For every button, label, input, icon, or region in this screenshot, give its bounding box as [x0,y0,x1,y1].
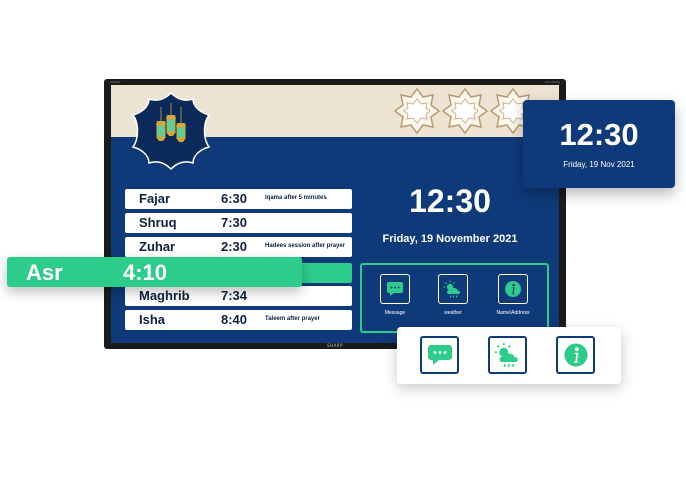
message-icon [387,282,403,296]
weather-icon [494,343,518,368]
info-icon [505,281,521,297]
prayer-name: Zuhar [139,239,176,254]
prayer-name: Fajar [139,191,171,206]
info-button[interactable] [556,336,595,374]
prayer-note: Taleem after prayer [265,316,320,322]
lantern-logo-icon [131,91,211,171]
clock-card-date: Friday, 19 Nov 2021 [563,160,635,169]
prayer-row-fajar: Fajar 6:30 Iqama after 5 minutes [125,189,352,209]
info-icon [563,343,588,367]
screen-info-button[interactable]: Name/Address [483,274,543,316]
tv-brand-top: SHARP [110,80,121,84]
tv-display: SHARP PN-UH701 Fajar 6:30 Iqama after 5 … [104,79,566,349]
prayer-time: 6:30 [221,191,248,206]
prayer-note: Iqama after 5 minutes [265,195,327,201]
clock-card: 12:30 Friday, 19 Nov 2021 [523,100,675,188]
clock-card-time: 12:30 [559,117,639,152]
weather-button[interactable] [488,336,527,374]
prayer-time: 8:40 [221,312,248,327]
message-button[interactable] [420,336,459,374]
screen-icon-label: Name/Address [496,310,530,316]
prayer-row-isha: Isha 8:40 Taleem after prayer [125,310,352,330]
highlight-row-extension [302,263,352,283]
prayer-time: 2:30 [221,239,248,254]
screen-clock-date: Friday, 19 November 2021 [382,233,518,245]
screen-icon-label: Message [384,310,406,316]
tv-screen: Fajar 6:30 Iqama after 5 minutes Shruq 7… [111,85,559,343]
message-icon [427,345,452,365]
prayer-name: Shruq [139,215,177,230]
tv-model-top: PN-UH701 [545,80,560,84]
screen-icon-panel: Message weather Name/Address [360,263,549,333]
screen-clock-time: 12:30 [409,183,491,219]
icon-card [397,327,621,384]
prayer-time: 7:30 [221,215,248,230]
prayer-row-zuhar: Zuhar 2:30 Hadees session after prayer [125,237,352,257]
weather-icon [443,280,460,298]
star-ornaments-icon [394,88,536,134]
highlighted-prayer-row: Asr 4:10 [7,257,302,287]
screen-message-button[interactable]: Message [365,274,425,316]
screen-weather-button[interactable]: weather [423,274,483,316]
prayer-note: Hadees session after prayer [265,243,346,249]
prayer-name: Maghrib [139,288,190,303]
prayer-name: Isha [139,312,166,327]
prayer-row-maghrib: Maghrib 7:34 [125,286,352,306]
highlighted-prayer-name: Asr [26,260,63,285]
prayer-time: 7:34 [221,288,248,303]
screen-icon-label: weather [444,310,462,316]
prayer-row-shruq: Shruq 7:30 [125,213,352,233]
highlighted-prayer-time: 4:10 [123,260,168,285]
